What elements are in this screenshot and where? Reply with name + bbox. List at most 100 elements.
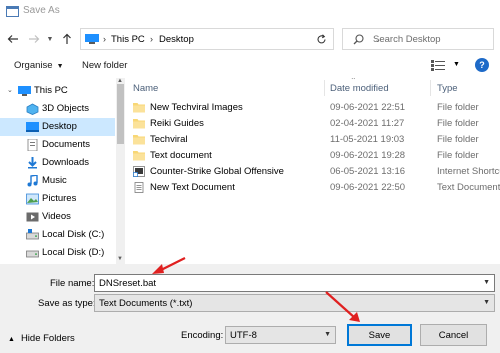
sidebar-item-pictures[interactable]: Pictures: [0, 190, 115, 208]
sidebar-item-this-pc[interactable]: ⌄ This PC: [0, 82, 115, 100]
breadcrumb-desktop[interactable]: Desktop: [159, 34, 194, 45]
file-name-field[interactable]: DNSreset.bat ▼: [94, 274, 495, 292]
sidebar-item-label: Pictures: [42, 193, 77, 204]
sidebar-item-desktop[interactable]: Desktop: [0, 118, 115, 136]
chevron-down-icon: ▼: [324, 331, 331, 338]
chevron-down-icon: ▼: [483, 299, 490, 306]
sidebar-item-label: This PC: [34, 85, 68, 96]
file-type: File folder: [437, 150, 479, 161]
address-row: ▼ › This PC › Desktop ⌄ Search Desktop: [0, 24, 500, 52]
view-dropdown-icon[interactable]: ▼: [453, 61, 460, 68]
save-as-type-select[interactable]: Text Documents (*.txt) ▼: [94, 294, 495, 312]
scroll-down-icon[interactable]: ▼: [117, 256, 123, 262]
sidebar-item-label: 3D Objects: [42, 103, 89, 114]
refresh-icon: [317, 33, 326, 43]
view-options-icon[interactable]: [431, 60, 446, 71]
table-row[interactable]: Techviral 11-05-2021 19:03 File folder: [126, 132, 500, 148]
expand-chevron-icon[interactable]: ⌄: [7, 86, 13, 94]
navigation-scrollbar[interactable]: ▲ ▼: [116, 78, 125, 264]
search-icon: [353, 34, 364, 45]
refresh-button[interactable]: [310, 28, 334, 50]
downloads-icon: [28, 157, 37, 169]
desktop-icon: [26, 122, 39, 132]
notepad-icon: [6, 6, 19, 17]
forward-arrow-icon[interactable]: [27, 32, 41, 46]
table-row[interactable]: Counter-Strike Global Offensive 06-05-20…: [126, 164, 500, 180]
file-list: ⌃ Name Date modified Type New Techviral …: [126, 78, 500, 264]
sidebar-item-3d-objects[interactable]: 3D Objects: [0, 100, 115, 118]
file-name: Reiki Guides: [150, 118, 204, 129]
search-input[interactable]: Search Desktop: [373, 34, 441, 45]
hide-folders-label: Hide Folders: [20, 333, 75, 344]
sidebar-item-label: Local Disk (C:): [42, 229, 105, 240]
help-icon[interactable]: ?: [475, 58, 489, 72]
sidebar-item-label: Desktop: [42, 121, 77, 132]
sidebar-item-videos[interactable]: Videos: [0, 208, 115, 226]
chevron-up-icon: ▲: [8, 336, 15, 343]
music-icon: [27, 175, 38, 187]
scrollbar-thumb[interactable]: [117, 84, 124, 144]
save-as-type-value: Text Documents (*.txt): [99, 298, 193, 309]
hide-folders-button[interactable]: ▲ Hide Folders: [8, 333, 75, 344]
sidebar-item-local-disk-d[interactable]: Local Disk (D:): [0, 244, 115, 262]
folder-icon: [133, 151, 145, 161]
date-modified: 02-04-2021 11:27: [330, 118, 405, 129]
videos-icon: [26, 212, 39, 222]
breadcrumb-separator: ›: [103, 34, 106, 44]
breadcrumb-this-pc[interactable]: This PC: [111, 34, 145, 45]
save-as-type-label: Save as type:: [38, 298, 96, 309]
chevron-down-icon[interactable]: ▼: [483, 279, 490, 286]
title-bar: Save As: [0, 0, 500, 24]
search-box[interactable]: Search Desktop: [342, 28, 494, 50]
sidebar-item-documents[interactable]: Documents: [0, 136, 115, 154]
text-file-icon: [134, 182, 144, 193]
date-modified: 09-06-2021 22:51: [330, 102, 406, 113]
drive-icon: [26, 229, 39, 240]
pc-icon: [85, 34, 99, 44]
file-name: Text document: [150, 150, 212, 161]
sidebar-item-downloads[interactable]: Downloads: [0, 154, 115, 172]
table-row[interactable]: New Techviral Images 09-06-2021 22:51 Fi…: [126, 100, 500, 116]
encoding-select[interactable]: UTF-8 ▼: [225, 326, 336, 344]
breadcrumb-separator: ›: [150, 34, 153, 44]
column-divider[interactable]: [430, 80, 431, 96]
up-arrow-icon[interactable]: [60, 32, 74, 46]
new-folder-button[interactable]: New folder: [82, 60, 127, 71]
date-modified: 09-06-2021 19:28: [330, 150, 406, 161]
file-type: Text Document: [437, 182, 500, 193]
chevron-down-icon: ▼: [56, 63, 64, 70]
pictures-icon: [26, 193, 39, 205]
file-name-value: DNSreset.bat: [99, 278, 157, 289]
drive-icon: [26, 250, 39, 258]
file-name-label: File name:: [50, 278, 95, 289]
recent-locations-chevron-icon[interactable]: ▼: [43, 32, 57, 46]
table-row[interactable]: Text document 09-06-2021 19:28 File fold…: [126, 148, 500, 164]
documents-icon: [27, 139, 38, 151]
navigation-pane: ⌄ This PC 3D Objects Desktop Documents D…: [0, 78, 125, 264]
date-modified: 06-05-2021 13:16: [330, 166, 406, 177]
save-button[interactable]: Save: [347, 324, 412, 346]
3d-objects-icon: [26, 103, 39, 115]
folder-icon: [133, 135, 145, 145]
date-modified: 09-06-2021 22:50: [330, 182, 406, 193]
organise-menu[interactable]: Organise ▼: [14, 60, 64, 71]
sidebar-item-local-disk-c[interactable]: Local Disk (C:): [0, 226, 115, 244]
file-name: New Techviral Images: [150, 102, 243, 113]
cancel-button[interactable]: Cancel: [420, 324, 487, 346]
pc-icon: [18, 86, 31, 96]
file-type: Internet Shortcut: [437, 166, 500, 177]
file-type: File folder: [437, 118, 479, 129]
file-type: File folder: [437, 134, 479, 145]
sidebar-item-music[interactable]: Music: [0, 172, 115, 190]
command-bar: Organise ▼ New folder ▼ ?: [0, 52, 500, 78]
file-name: New Text Document: [150, 182, 235, 193]
folder-icon: [133, 103, 145, 113]
address-bar[interactable]: › This PC › Desktop ⌄: [80, 28, 381, 50]
table-row[interactable]: Reiki Guides 02-04-2021 11:27 File folde…: [126, 116, 500, 132]
back-arrow-icon[interactable]: [6, 32, 20, 46]
sidebar-item-label: Downloads: [42, 157, 89, 168]
column-divider[interactable]: [324, 80, 325, 96]
sidebar-item-label: Local Disk (D:): [42, 247, 105, 258]
folder-icon: [133, 119, 145, 129]
table-row[interactable]: New Text Document 09-06-2021 22:50 Text …: [126, 180, 500, 196]
